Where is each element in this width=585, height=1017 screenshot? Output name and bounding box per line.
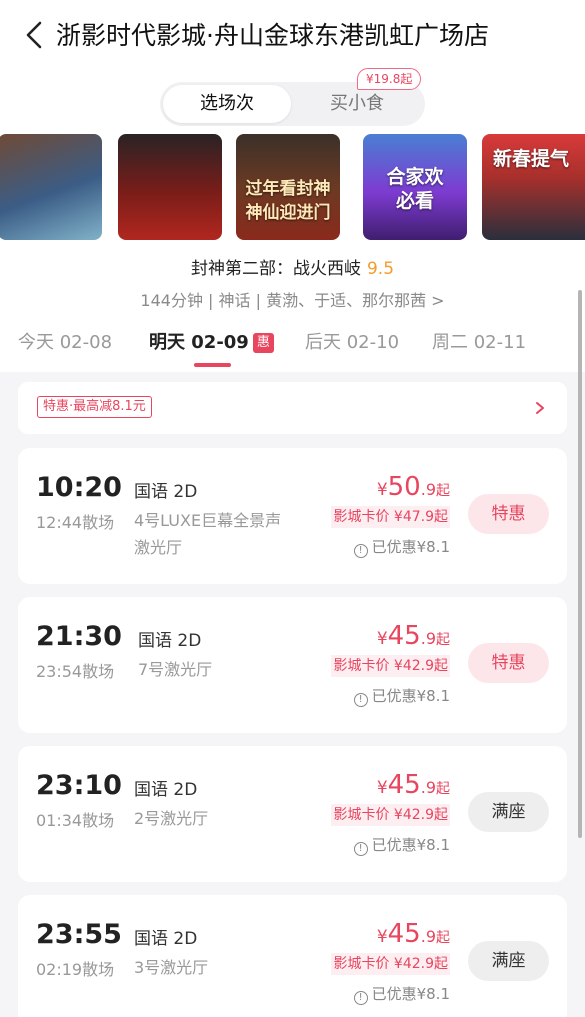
member-card-price: 影城卡价 ¥42.9起 <box>331 655 450 677</box>
tab-date-after-tomorrow[interactable]: 后天 02-10 <box>305 328 399 354</box>
poster-caption: 必看 <box>395 190 434 212</box>
discount-badge: 惠 <box>252 333 274 353</box>
price-decimal: .9 <box>420 629 436 648</box>
start-time: 10:20 <box>36 472 122 503</box>
showtime-card[interactable]: 23:10 01:34散场 国语 2D 2号激光厅 ¥45.9起 影城卡价 ¥4… <box>18 746 567 882</box>
chevron-right-icon <box>536 402 544 414</box>
sold-out-button[interactable]: 满座 <box>468 941 549 981</box>
promo-banner[interactable]: 特惠·最高减8.1元 <box>18 382 567 434</box>
end-time: 01:34散场 <box>36 811 115 830</box>
currency: ¥ <box>376 629 388 649</box>
member-card-price: 影城卡价 ¥42.9起 <box>331 804 450 826</box>
price: ¥45.9起 <box>377 919 450 949</box>
poster-caption: 新春提气 <box>492 148 569 170</box>
back-chevron-icon[interactable] <box>22 20 46 50</box>
hall-name: 3号激光厅 <box>134 958 209 977</box>
deal-button[interactable]: 特惠 <box>468 643 549 683</box>
promo-tag: 特惠·最高减8.1元 <box>37 396 152 418</box>
movie-title: 封神第二部：战火西岐 9.5 <box>0 254 585 279</box>
discount-text: 已优惠¥8.1 <box>371 985 450 1003</box>
discount-info: ! 已优惠¥8.1 <box>353 834 450 856</box>
end-time: 23:54散场 <box>36 662 115 681</box>
price-suffix: 起 <box>436 632 450 648</box>
poster-caption: 过年看封神 <box>245 179 331 199</box>
language-format: 国语 2D <box>134 780 198 800</box>
discount-info: ! 已优惠¥8.1 <box>353 685 450 707</box>
tab-label: 周二 02-11 <box>432 332 527 353</box>
price-integer: 50 <box>387 472 421 502</box>
showtime-card[interactable]: 23:55 02:19散场 国语 2D 3号激光厅 ¥45.9起 影城卡价 ¥4… <box>18 895 567 1017</box>
poster-item[interactable]: 新春提气 <box>482 134 585 240</box>
poster-caption: 神仙迎进门 <box>245 203 331 223</box>
discount-info: ! 已优惠¥8.1 <box>353 536 450 558</box>
price-suffix: 起 <box>436 483 450 499</box>
snack-price-badge: ¥19.8起 <box>357 68 422 90</box>
movie-meta[interactable]: 144分钟 | 神话 | 黄渤、于适、那尔那茜 > <box>0 287 585 311</box>
poster-carousel[interactable]: 过年看封神 神仙迎进门 合家欢 必看 新春提气 <box>0 134 585 240</box>
discount-text: 已优惠¥8.1 <box>371 538 450 556</box>
info-icon: ! <box>353 842 368 856</box>
price-decimal: .9 <box>420 480 436 499</box>
discount-text: 已优惠¥8.1 <box>371 836 450 854</box>
currency: ¥ <box>376 927 388 947</box>
end-time: 12:44散场 <box>36 513 115 532</box>
start-time: 21:30 <box>36 621 122 652</box>
language-format: 国语 2D <box>134 929 198 949</box>
movie-score: 9.5 <box>366 259 395 279</box>
price-suffix: 起 <box>436 781 450 797</box>
tab-date-today[interactable]: 今天 02-08 <box>18 328 112 354</box>
hall-name: 7号激光厅 <box>138 660 213 679</box>
cinema-title: 浙影时代影城·舟山金球东港凯虹广场店 <box>56 21 489 50</box>
tab-buy-snacks[interactable]: 买小食 <box>292 85 422 123</box>
tab-label: 今天 02-08 <box>18 332 113 353</box>
price-decimal: .9 <box>420 927 436 946</box>
header: 浙影时代影城·舟山金球东港凯虹广场店 <box>0 0 585 72</box>
info-icon: ! <box>353 544 368 558</box>
language-format: 国语 2D <box>134 482 198 502</box>
discount-info: ! 已优惠¥8.1 <box>353 983 450 1005</box>
hall-name: 2号激光厅 <box>134 809 209 828</box>
active-tab-indicator <box>194 363 231 367</box>
price-suffix: 起 <box>436 930 450 946</box>
price: ¥45.9起 <box>377 621 450 651</box>
sold-out-button[interactable]: 满座 <box>468 792 549 832</box>
showtime-card[interactable]: 10:20 12:44散场 国语 2D 4号LUXE巨幕全景声激光厅 ¥50.9… <box>18 448 567 584</box>
price-decimal: .9 <box>420 778 436 797</box>
deal-button[interactable]: 特惠 <box>468 494 549 534</box>
end-time: 02:19散场 <box>36 960 115 979</box>
price-integer: 45 <box>387 770 421 800</box>
price-integer: 45 <box>387 621 421 651</box>
poster-item-selected[interactable]: 过年看封神 神仙迎进门 <box>236 134 340 240</box>
tab-select-showtime[interactable]: 选场次 <box>163 85 291 123</box>
price: ¥50.9起 <box>377 472 450 502</box>
start-time: 23:55 <box>36 919 122 950</box>
info-icon: ! <box>353 991 368 1005</box>
start-time: 23:10 <box>36 770 122 801</box>
member-card-price: 影城卡价 ¥42.9起 <box>331 953 450 975</box>
tab-date-tuesday[interactable]: 周二 02-11 <box>432 328 526 354</box>
movie-name: 封神第二部：战火西岐 <box>190 259 361 279</box>
tab-label: 明天 02-09 <box>149 332 249 353</box>
tab-date-tomorrow[interactable]: 明天 02-09 惠 <box>149 328 274 354</box>
hall-name: 4号LUXE巨幕全景声激光厅 <box>134 511 282 557</box>
member-card-price: 影城卡价 ¥47.9起 <box>331 506 450 528</box>
language-format: 国语 2D <box>138 631 202 651</box>
poster-caption: 合家欢 <box>386 166 444 188</box>
poster-item[interactable] <box>0 134 102 240</box>
date-tabs: 今天 02-08 明天 02-09 惠 后天 02-10 周二 02-11 <box>0 324 585 370</box>
scrollbar[interactable] <box>578 290 582 838</box>
info-icon: ! <box>353 693 368 707</box>
tab-label: 后天 02-10 <box>305 332 400 353</box>
poster-item[interactable] <box>118 134 222 240</box>
price: ¥45.9起 <box>377 770 450 800</box>
currency: ¥ <box>376 480 388 500</box>
currency: ¥ <box>376 778 388 798</box>
showtime-card[interactable]: 21:30 23:54散场 国语 2D 7号激光厅 ¥45.9起 影城卡价 ¥4… <box>18 597 567 733</box>
poster-item[interactable]: 合家欢 必看 <box>363 134 467 240</box>
discount-text: 已优惠¥8.1 <box>371 687 450 705</box>
price-integer: 45 <box>387 919 421 949</box>
